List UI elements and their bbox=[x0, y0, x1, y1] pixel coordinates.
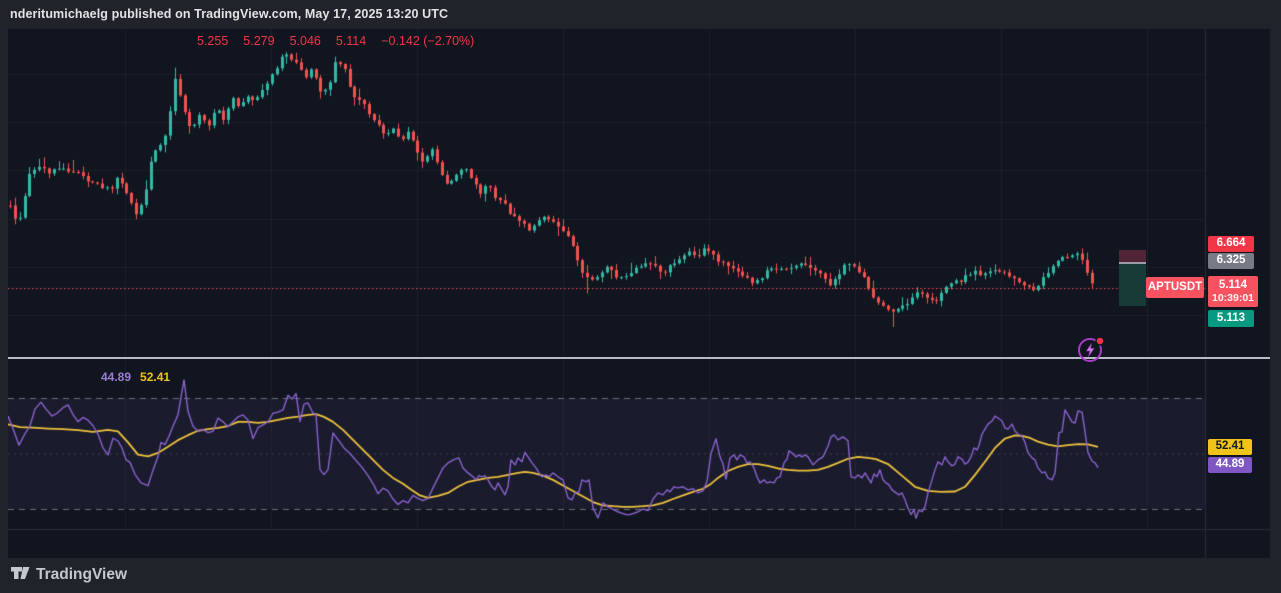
rsi-ma-axis-badge: 52.41 bbox=[1208, 439, 1252, 455]
alert-price-badge: 6.664 bbox=[1208, 236, 1254, 252]
tradingview-brand-text[interactable]: TradingView bbox=[36, 566, 127, 584]
bar-countdown: 10:39:01 bbox=[1212, 293, 1254, 304]
symbol-tag: APTUSDT bbox=[1146, 277, 1204, 298]
flash-ideas-icon[interactable] bbox=[1077, 335, 1107, 363]
rsi-ma-value-label: 52.41 bbox=[140, 370, 170, 384]
ohlc-close: 5.114 bbox=[336, 34, 366, 48]
notification-dot bbox=[1096, 337, 1104, 345]
ohlc-row: 5.255 5.279 5.046 5.114 −0.142 (−2.70%) bbox=[197, 34, 489, 48]
position-tool-stop-box bbox=[1119, 250, 1146, 262]
last-price-badge: 5.114 10:39:01 bbox=[1208, 276, 1258, 307]
attribution-bar: nderitumichaelg published on TradingView… bbox=[0, 0, 1281, 29]
chart-widget bbox=[8, 29, 1270, 558]
rsi-value-label: 44.89 bbox=[101, 370, 131, 384]
ohlc-high: 5.279 bbox=[243, 34, 274, 48]
ohlc-low: 5.046 bbox=[290, 34, 321, 48]
bid-price-badge: 5.113 bbox=[1208, 310, 1254, 327]
rsi-axis-badge: 44.89 bbox=[1208, 457, 1252, 473]
last-price-value: 5.114 bbox=[1219, 280, 1247, 292]
position-tool-profit-box bbox=[1119, 264, 1146, 306]
chart-canvas[interactable] bbox=[8, 29, 1270, 558]
alert-mid-price-badge: 6.325 bbox=[1208, 253, 1254, 269]
ohlc-open: 5.255 bbox=[197, 34, 228, 48]
rsi-inline-values: 44.89 52.41 bbox=[101, 370, 170, 384]
footer-bar: TradingView bbox=[0, 558, 1281, 593]
tradingview-logo-icon[interactable] bbox=[11, 566, 33, 584]
tradingview-snapshot-page: nderitumichaelg published on TradingView… bbox=[0, 0, 1281, 593]
ohlc-change: −0.142 (−2.70%) bbox=[381, 34, 474, 48]
attribution-text: nderitumichaelg published on TradingView… bbox=[10, 7, 448, 21]
